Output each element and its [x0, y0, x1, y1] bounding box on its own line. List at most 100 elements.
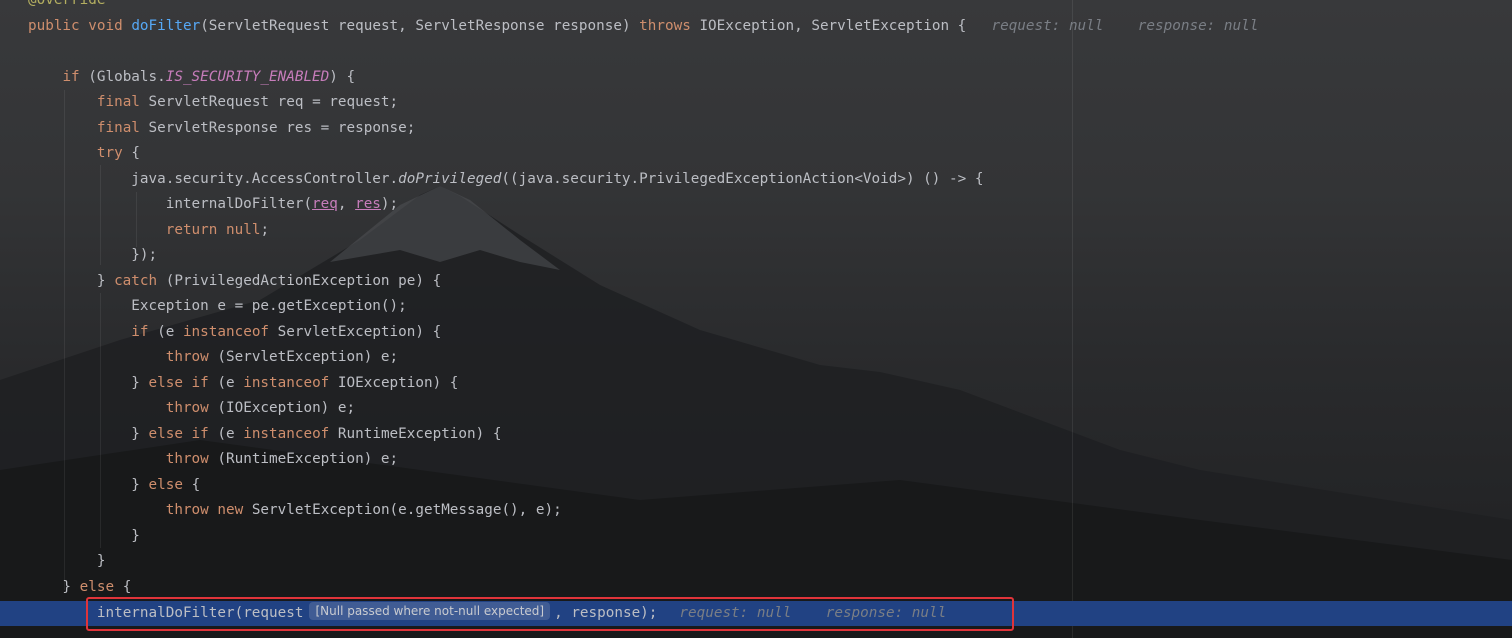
- code-token: {: [191, 476, 201, 493]
- code-line[interactable]: throw (IOException) e;: [28, 396, 355, 421]
- code-line[interactable]: if (Globals.IS_SECURITY_ENABLED) {: [28, 65, 355, 90]
- code-token: (e: [217, 425, 244, 442]
- code-token: (ServletException) e;: [217, 349, 399, 365]
- code-line[interactable]: Exception e = pe.getException();: [28, 294, 407, 319]
- code-token: new: [217, 502, 252, 518]
- code-token: {: [131, 145, 140, 161]
- code-token: instanceof: [243, 374, 338, 391]
- code-token: throw: [165, 400, 218, 416]
- code-line[interactable]: final ServletResponse res = response;: [28, 116, 416, 141]
- code-line[interactable]: java.security.AccessController.doPrivile…: [28, 167, 983, 192]
- code-token: final: [96, 119, 149, 136]
- code-line[interactable]: }: [28, 549, 106, 574]
- code-token: req: [312, 196, 338, 212]
- code-token: doFilter: [131, 17, 201, 34]
- code-token: (Globals.: [88, 68, 166, 85]
- code-token: });: [28, 247, 158, 263]
- code-token: else if: [148, 374, 218, 391]
- code-token: }: [28, 553, 106, 569]
- code-line[interactable]: @Override: [28, 0, 105, 13]
- code-token: IOException) {: [337, 374, 459, 391]
- code-token: else: [148, 476, 192, 493]
- code-token: throw: [165, 451, 218, 467]
- code-token: }: [28, 527, 140, 544]
- code-token: ((java.security.PrivilegedExceptionActio…: [501, 170, 984, 187]
- code-token: null: [226, 221, 261, 238]
- code-token: java.security.AccessController.: [28, 170, 399, 187]
- code-token: else: [79, 578, 123, 595]
- code-line[interactable]: if (e instanceof ServletException) {: [28, 320, 441, 345]
- code-token: IOException, ServletException {: [699, 17, 984, 34]
- code-token: IS_SECURITY_ENABLED: [165, 68, 330, 85]
- code-token: ServletException) {: [277, 323, 442, 340]
- code-line[interactable]: final ServletRequest req = request;: [28, 90, 398, 115]
- annotation-highlight-box: [86, 597, 1014, 631]
- code-line[interactable]: throw new ServletException(e.getMessage(…: [28, 498, 562, 523]
- code-token: ,: [337, 196, 356, 212]
- code-token: (e: [157, 323, 183, 340]
- code-token: }: [28, 425, 149, 442]
- code-token: throw: [165, 502, 218, 518]
- code-token: return: [165, 221, 226, 238]
- code-token: throw: [165, 349, 218, 365]
- code-token: RuntimeException) {: [337, 425, 502, 442]
- code-token: throws: [639, 17, 700, 34]
- code-token: }: [28, 272, 115, 289]
- code-token: ServletResponse res = response;: [148, 119, 416, 136]
- code-token: final: [96, 94, 149, 110]
- code-line[interactable]: throw (RuntimeException) e;: [28, 447, 398, 472]
- code-token: ;: [260, 221, 270, 238]
- code-token: }: [28, 578, 80, 595]
- code-token: Exception e = pe.getException();: [28, 298, 407, 314]
- code-token: if: [62, 68, 89, 85]
- code-token: doPrivileged: [398, 170, 502, 187]
- code-token: else if: [148, 425, 218, 442]
- code-token: @Override: [28, 0, 106, 8]
- code-line[interactable]: } else if (e instanceof RuntimeException…: [28, 422, 501, 447]
- code-token: instanceof: [243, 425, 338, 442]
- code-token: catch: [114, 272, 166, 289]
- code-token: }: [28, 476, 149, 493]
- code-line[interactable]: }: [28, 524, 140, 549]
- code-line[interactable]: internalDoFilter(req, res);: [28, 192, 398, 217]
- code-line[interactable]: throw (ServletException) e;: [28, 345, 398, 370]
- code-line[interactable]: try {: [28, 141, 140, 166]
- code-token: {: [122, 578, 132, 595]
- code-line[interactable]: });: [28, 243, 157, 268]
- code-line[interactable]: } catch (PrivilegedActionException pe) {: [28, 269, 441, 294]
- code-token: if: [131, 323, 158, 340]
- code-token: try: [96, 145, 132, 161]
- code-editor[interactable]: @Override public void doFilter(ServletReq…: [0, 0, 1512, 638]
- code-token: (e: [217, 374, 244, 391]
- code-line[interactable]: } else {: [28, 473, 200, 498]
- code-token: ) {: [329, 68, 356, 85]
- code-token: (ServletRequest request, ServletResponse…: [200, 17, 640, 34]
- right-margin-guide: [1072, 0, 1073, 638]
- code-token: }: [28, 374, 149, 391]
- code-token: instanceof: [182, 323, 278, 340]
- code-token: ServletException(e.getMessage(), e);: [251, 502, 562, 518]
- code-line[interactable]: return null;: [28, 218, 269, 243]
- code-token: );: [380, 196, 399, 212]
- code-line[interactable]: } else {: [28, 575, 131, 600]
- code-token: public: [28, 17, 89, 34]
- code-line[interactable]: public void doFilter(ServletRequest requ…: [28, 14, 1258, 39]
- code-token: res: [355, 196, 381, 212]
- code-token: (PrivilegedActionException pe) {: [165, 272, 442, 289]
- code-token: (RuntimeException) e;: [217, 451, 399, 467]
- code-token: internalDoFilter(: [28, 196, 313, 212]
- code-line[interactable]: } else if (e instanceof IOException) {: [28, 371, 458, 396]
- debug-value-hint: request: null response: null: [991, 17, 1259, 34]
- code-token: void: [88, 17, 132, 34]
- code-token: (IOException) e;: [217, 400, 356, 416]
